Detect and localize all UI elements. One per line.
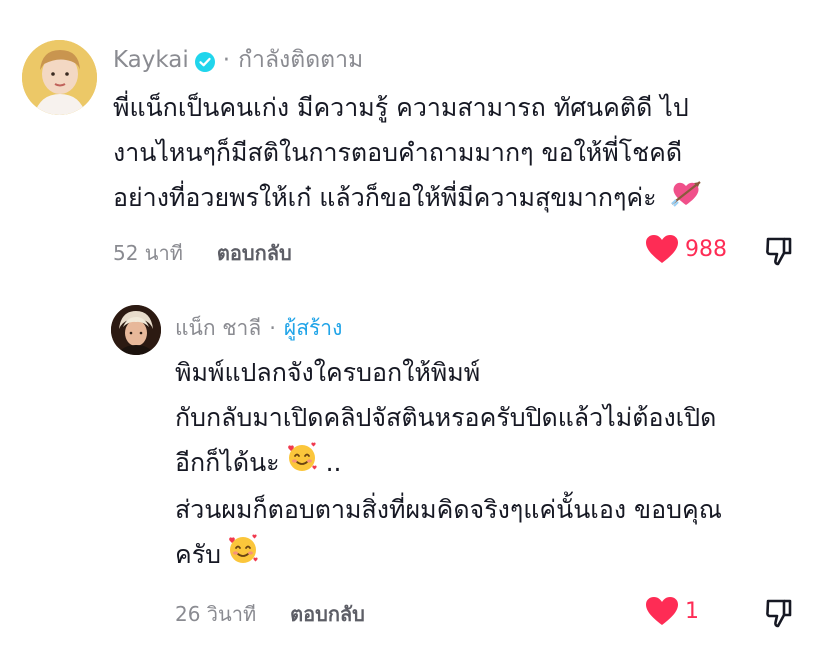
thumbs-down-icon (766, 599, 792, 628)
smiling-face-with-hearts-emoji (227, 533, 259, 579)
separator-dot: · (222, 47, 231, 73)
comment-line: อีกก็ได้นะ (175, 448, 280, 477)
smiling-face-with-hearts-emoji (286, 441, 318, 487)
follow-status: กำลังติดตาม (238, 47, 364, 73)
comment-line: ครับ (175, 540, 222, 569)
like-count: 988 (685, 236, 727, 262)
author-name[interactable]: Kaykai (113, 45, 189, 75)
avatar[interactable] (111, 305, 161, 355)
dislike-button[interactable] (764, 236, 794, 270)
comment-line: กับกลับมาเปิดคลิปจัสตินหรอครับปิดแล้วไม่… (175, 403, 717, 432)
timestamp: 52 นาที (113, 241, 183, 265)
heart-with-arrow-emoji (670, 177, 702, 222)
comment-line: พี่แน็กเป็นคนเก่ง มีความรู้ ความสามารถ ท… (113, 93, 689, 122)
comment-meta: 26 วินาที ตอบกลับ (175, 598, 365, 630)
comment-header: Kaykai · กำลังติดตาม (113, 45, 363, 75)
author-name[interactable]: แน็ก ชาลี (175, 313, 261, 343)
heart-icon (646, 235, 678, 263)
like-button[interactable]: 1 (645, 596, 699, 626)
comment-text: พิมพ์แปลกจังใครบอกให้พิมพ์ กับกลับมาเปิด… (175, 350, 722, 579)
avatar[interactable] (22, 40, 97, 115)
creator-label: ผู้สร้าง (283, 316, 343, 340)
comment-line: ส่วนผมก็ตอบตามสิ่งที่ผมคิดจริงๆแค่นั้นเอ… (175, 495, 722, 524)
comment-meta: 52 นาที ตอบกลับ (113, 237, 292, 269)
comment-header: แน็ก ชาลี · ผู้สร้าง (175, 313, 342, 343)
like-count: 1 (685, 598, 699, 624)
comment-line-with-emoji: ครับ (175, 532, 722, 579)
comment-line-suffix: .. (317, 448, 342, 477)
like-button[interactable]: 988 (645, 234, 727, 264)
comment-line-with-emoji: อย่างที่อวยพรให้เก๋ แล้วก็ขอให้พี่มีความ… (113, 175, 702, 222)
reply-button[interactable]: ตอบกลับ (290, 598, 365, 630)
dislike-button[interactable] (764, 598, 794, 632)
separator-dot: · (269, 316, 276, 340)
reply-button[interactable]: ตอบกลับ (217, 237, 292, 269)
comment-line: อย่างที่อวยพรให้เก๋ แล้วก็ขอให้พี่มีความ… (113, 183, 657, 212)
heart-icon (646, 597, 678, 625)
timestamp: 26 วินาที (175, 602, 257, 626)
comment-text: พี่แน็กเป็นคนเก่ง มีความรู้ ความสามารถ ท… (113, 85, 702, 222)
comment-line: พิมพ์แปลกจังใครบอกให้พิมพ์ (175, 358, 481, 387)
comment-line-with-emoji: อีกก็ได้นะ .. (175, 440, 722, 487)
verified-check-icon (194, 50, 215, 72)
thumbs-down-icon (766, 237, 792, 266)
comment-line: งานไหนๆก็มีสติในการตอบคำถามมากๆ ขอให้พี่… (113, 138, 683, 167)
